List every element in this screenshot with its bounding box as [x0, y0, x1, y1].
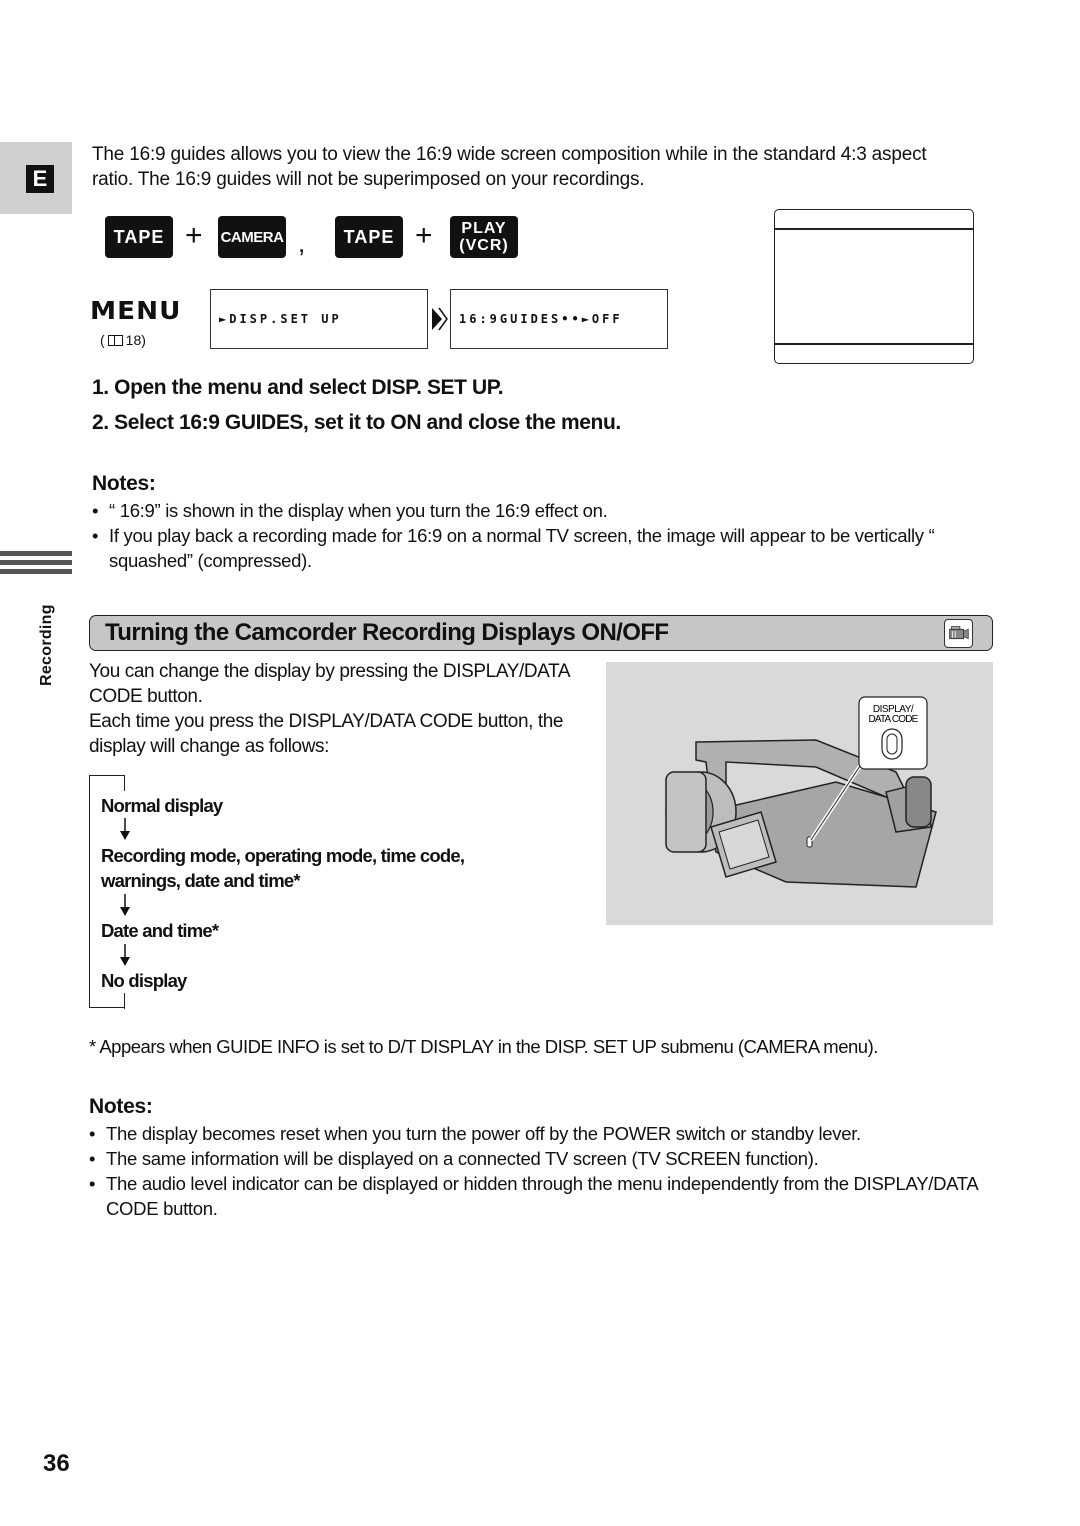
camera-key-badge: CAMERA — [218, 216, 286, 258]
ref-open-paren: ( — [100, 332, 105, 348]
language-tab-letter: E — [26, 165, 54, 193]
note-item: • The audio level indicator can be displa… — [89, 1173, 978, 1219]
notes-list: • “ 16:9” is shown in the display when yo… — [92, 498, 982, 573]
vcr-label: (VCR) — [459, 237, 509, 254]
arrow-down-icon — [120, 894, 130, 916]
footnote: * Appears when GUIDE INFO is set to D/T … — [89, 1036, 878, 1057]
menu-screen-disp-setup: ►DISP.SET UP — [210, 289, 428, 349]
guides-screen-preview — [774, 209, 974, 364]
note-item: • The same information will be displayed … — [89, 1148, 819, 1169]
step-1: 1. Open the menu and select DISP. SET UP… — [92, 376, 504, 399]
intro-text: The 16:9 guides allows you to view the 1… — [92, 144, 927, 190]
play-vcr-key-badge: PLAY (VCR) — [450, 216, 518, 258]
guide-line-top — [775, 228, 973, 230]
callout-label-line2: DATA CODE — [868, 714, 918, 725]
camera-mode-icon — [944, 619, 973, 648]
arrow-down-icon — [120, 818, 130, 840]
tape-key-badge-2: TAPE — [335, 216, 403, 258]
section-description: You can change the display by pressing t… — [89, 661, 570, 757]
menu-screen-guides: 16:9GUIDES••►OFF — [450, 289, 668, 349]
menu-label: MENU — [90, 296, 182, 325]
notes-heading: Notes: — [92, 472, 156, 495]
plus-sign-2: + — [415, 219, 433, 252]
guide-line-bottom — [775, 343, 973, 345]
section-title: Turning the Camcorder Recording Displays… — [105, 619, 669, 646]
note-item: • The display becomes reset when you turn… — [89, 1123, 861, 1144]
notes-heading-2: Notes: — [89, 1095, 153, 1118]
ref-page: 18) — [125, 332, 146, 348]
arrow-down-icon — [120, 944, 130, 966]
double-chevron-right-icon — [432, 307, 448, 331]
side-section-label: Recording — [38, 604, 55, 686]
page-reference: ( 18) — [100, 332, 146, 348]
display-mode-step: No display — [101, 970, 187, 991]
play-label: PLAY — [461, 220, 507, 237]
note-item: • If you play back a recording made for 1… — [92, 525, 935, 571]
side-index-lines — [0, 551, 72, 578]
display-mode-step: Recording mode, operating mode, time cod… — [101, 845, 465, 891]
page-number: 36 — [43, 1450, 70, 1477]
camcorder-drawing: DISPLAY/ DATA CODE — [665, 696, 937, 888]
notes-list-2: • The display becomes reset when you turn… — [89, 1121, 984, 1221]
separator-comma: , — [298, 228, 306, 258]
camcorder-illustration: DISPLAY/ DATA CODE — [606, 662, 993, 925]
display-mode-step: Date and time* — [101, 920, 219, 941]
step-2: 2. Select 16:9 GUIDES, set it to ON and … — [92, 411, 621, 434]
display-mode-step: Normal display — [101, 795, 223, 816]
book-icon — [107, 334, 123, 346]
note-item: • “ 16:9” is shown in the display when yo… — [92, 500, 608, 521]
plus-sign: + — [185, 219, 203, 252]
tape-key-badge: TAPE — [105, 216, 173, 258]
